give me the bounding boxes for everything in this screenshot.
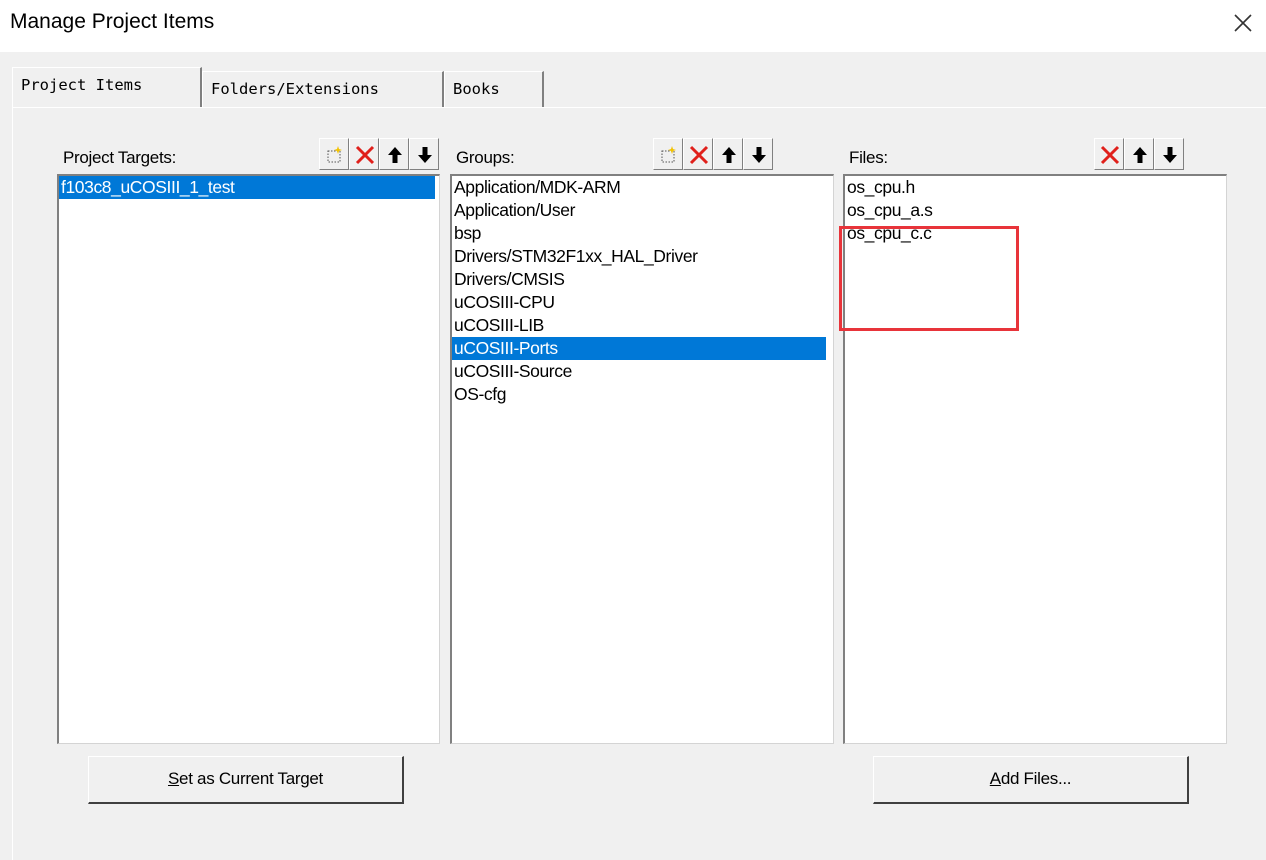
groups-header: Groups: <box>450 138 834 172</box>
move-down-icon <box>418 147 432 163</box>
group-item[interactable]: uCOSIII-CPU <box>452 291 833 314</box>
file-item[interactable]: os_cpu_a.s <box>845 199 1226 222</box>
project-targets-header: Project Targets: <box>57 138 440 172</box>
group-item[interactable]: bsp <box>452 222 833 245</box>
target-item[interactable]: f103c8_uCOSIII_1_test <box>59 176 435 199</box>
delete-file-button[interactable] <box>1094 138 1124 170</box>
files-label: Files: <box>849 148 888 167</box>
delete-icon <box>1100 145 1120 165</box>
add-files-label: dd Files... <box>1000 769 1072 788</box>
add-files-accel: A <box>989 769 1001 788</box>
close-button[interactable] <box>1226 6 1260 40</box>
tab-books[interactable]: Books <box>444 71 544 107</box>
move-up-icon <box>388 147 402 163</box>
delete-icon <box>689 145 709 165</box>
move-up-group-button[interactable] <box>713 138 743 170</box>
group-item[interactable]: uCOSIII-LIB <box>452 314 833 337</box>
file-item[interactable]: os_cpu.h <box>845 176 1226 199</box>
groups-label: Groups: <box>456 148 515 167</box>
title-bar: Manage Project Items <box>0 0 1266 52</box>
delete-target-button[interactable] <box>349 138 379 170</box>
project-targets-section: Project Targets: f103c8_uCOSIII_1_test <box>57 138 440 748</box>
files-list[interactable]: os_cpu.h os_cpu_a.s os_cpu_c.c <box>843 174 1227 744</box>
new-target-button[interactable] <box>319 138 349 170</box>
group-item[interactable]: uCOSIII-Source <box>452 360 833 383</box>
dialog-title: Manage Project Items <box>10 10 215 33</box>
set-as-current-target-button[interactable]: Set as Current Target <box>88 756 404 804</box>
delete-group-button[interactable] <box>683 138 713 170</box>
close-icon <box>1234 14 1252 32</box>
move-up-icon <box>1133 147 1147 163</box>
file-item[interactable]: os_cpu_c.c <box>845 222 1226 245</box>
group-item[interactable]: OS-cfg <box>452 383 833 406</box>
move-up-file-button[interactable] <box>1124 138 1154 170</box>
add-files-button[interactable]: Add Files... <box>873 756 1189 804</box>
move-up-icon <box>722 147 736 163</box>
group-item[interactable]: Application/MDK-ARM <box>452 176 833 199</box>
groups-section: Groups: Application/MDK-ARM Application/… <box>450 138 834 748</box>
project-targets-label: Project Targets: <box>63 148 176 167</box>
tab-project-items[interactable]: Project Items <box>12 67 202 107</box>
set-target-label: et as Current Target <box>179 769 323 788</box>
files-header: Files: <box>843 138 1227 172</box>
move-down-target-button[interactable] <box>409 138 439 170</box>
set-target-accel: S <box>168 769 180 788</box>
group-item-selected[interactable]: uCOSIII-Ports <box>452 337 826 360</box>
files-section: Files: os_cpu.h os_cpu_a.s os_cpu_c.c <box>843 138 1227 748</box>
group-item[interactable]: Application/User <box>452 199 833 222</box>
move-down-icon <box>752 147 766 163</box>
move-down-group-button[interactable] <box>743 138 773 170</box>
new-icon <box>327 146 342 163</box>
new-group-button[interactable] <box>653 138 683 170</box>
move-down-file-button[interactable] <box>1154 138 1184 170</box>
groups-list[interactable]: Application/MDK-ARM Application/User bsp… <box>450 174 834 744</box>
new-icon <box>661 146 676 163</box>
move-down-icon <box>1163 147 1177 163</box>
tab-folders-extensions[interactable]: Folders/Extensions <box>202 71 444 107</box>
group-item[interactable]: Drivers/STM32F1xx_HAL_Driver <box>452 245 833 268</box>
project-targets-list[interactable]: f103c8_uCOSIII_1_test <box>57 174 440 744</box>
move-up-target-button[interactable] <box>379 138 409 170</box>
group-item[interactable]: Drivers/CMSIS <box>452 268 833 291</box>
delete-icon <box>355 145 375 165</box>
